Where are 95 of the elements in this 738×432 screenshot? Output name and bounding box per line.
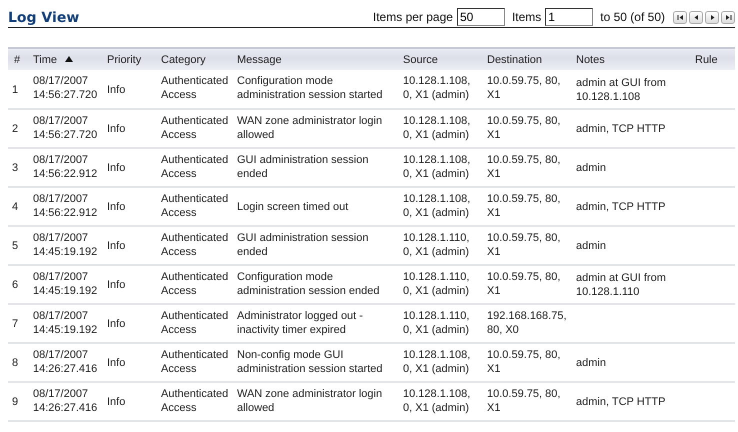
items-per-page-label: Items per page bbox=[372, 10, 453, 24]
right-arrow-icon bbox=[708, 14, 716, 20]
table-cell-text: 10.0.59.75, 80, X1 bbox=[487, 348, 562, 376]
left-arrow-icon bbox=[692, 14, 700, 20]
table-cell-text: Authenticated Access bbox=[161, 270, 230, 298]
column-header[interactable]: Priority bbox=[104, 48, 158, 70]
table-cell: 3 bbox=[12, 161, 18, 175]
table-cell-text: Authenticated Access bbox=[161, 153, 230, 181]
table-cell-text: 08/17/2007 14:26:27.416 bbox=[33, 387, 98, 415]
table-cell: Info bbox=[107, 161, 126, 175]
first-page-button[interactable] bbox=[673, 10, 687, 24]
table-cell: admin, TCP HTTP bbox=[576, 200, 666, 214]
table-cell-text: 10.0.59.75, 80, X1 bbox=[487, 192, 562, 220]
table-cell: admin bbox=[576, 239, 606, 253]
items-label: Items bbox=[512, 10, 542, 24]
table-cell-text: WAN zone administrator login allowed bbox=[237, 114, 384, 142]
table-cell-text: 10.128.1.108, 0, X1 (admin) bbox=[403, 387, 472, 415]
table-cell-text: 10.0.59.75, 80, X1 bbox=[487, 387, 562, 415]
column-header[interactable]: Notes bbox=[573, 48, 692, 70]
prev-page-button[interactable] bbox=[689, 10, 703, 24]
table-cell-text: Authenticated Access bbox=[161, 309, 230, 337]
table-cell-text: 08/17/2007 14:56:27.720 bbox=[33, 114, 98, 142]
table-cell: Info bbox=[107, 356, 126, 370]
table-cell: 9 bbox=[12, 395, 18, 409]
table-cell-text: 08/17/2007 14:26:27.416 bbox=[33, 348, 98, 376]
table-cell-text: 08/17/2007 14:45:19.192 bbox=[33, 309, 98, 337]
table-cell: Info bbox=[107, 239, 126, 253]
table-cell-text: 10.128.1.108, 0, X1 (admin) bbox=[403, 192, 472, 220]
table-cell: 6 bbox=[12, 278, 18, 292]
table-cell: admin, TCP HTTP bbox=[576, 395, 666, 409]
table-cell: admin, TCP HTTP bbox=[576, 122, 666, 136]
column-header[interactable]: Destination bbox=[484, 48, 573, 70]
table-cell: Info bbox=[107, 200, 126, 214]
table-cell: 1 bbox=[12, 82, 18, 96]
column-header[interactable]: Source bbox=[400, 48, 484, 70]
table-cell: Info bbox=[107, 122, 126, 136]
table-cell-text: 10.128.1.108, 0, X1 (admin) bbox=[403, 114, 472, 142]
table-cell-text: 08/17/2007 14:56:22.912 bbox=[33, 153, 98, 181]
table-cell-text: 10.0.59.75, 80, X1 bbox=[487, 270, 562, 298]
table-cell-text: Authenticated Access bbox=[161, 74, 230, 102]
table-cell-text: 08/17/2007 14:56:22.912 bbox=[33, 192, 98, 220]
table-cell-text: 10.128.1.110, 0, X1 (admin) bbox=[403, 270, 470, 298]
table-cell: Info bbox=[107, 82, 126, 96]
column-header[interactable]: # bbox=[8, 48, 30, 70]
table-cell-text: Configuration mode administration session started bbox=[237, 74, 384, 102]
table-cell-text: 08/17/2007 14:56:27.720 bbox=[33, 74, 98, 102]
table-cell: Login screen timed out bbox=[237, 200, 348, 214]
table-cell-text: GUI administration session ended bbox=[237, 231, 370, 259]
table-cell-text: 10.128.1.110, 0, X1 (admin) bbox=[403, 231, 470, 259]
next-page-button[interactable] bbox=[705, 10, 719, 24]
table-cell-text: admin at GUI from 10.128.1.108 bbox=[576, 76, 667, 104]
column-header[interactable]: Time bbox=[30, 48, 104, 70]
table-cell: Info bbox=[107, 278, 126, 292]
page-title: Log View bbox=[8, 10, 80, 26]
column-header[interactable]: Message bbox=[234, 48, 400, 70]
items-per-page-field[interactable]: 50 bbox=[456, 8, 505, 26]
table-cell-text: admin at GUI from 10.128.1.110 bbox=[576, 271, 667, 299]
table-cell-text: 10.0.59.75, 80, X1 bbox=[487, 114, 562, 142]
table-cell-text: 08/17/2007 14:45:19.192 bbox=[33, 270, 98, 298]
table-cell: 8 bbox=[12, 356, 18, 370]
table-cell-text: Non-config mode GUI administration session started bbox=[237, 348, 384, 376]
start-item-field[interactable]: 1 bbox=[545, 8, 594, 26]
table-cell-text: Authenticated Access bbox=[161, 387, 230, 415]
table-cell-text: 10.128.1.108, 0, X1 (admin) bbox=[403, 153, 472, 181]
table-cell: 5 bbox=[12, 239, 18, 253]
sort-ascending-icon bbox=[65, 56, 74, 62]
table-cell-text: 192.168.168.75, 80, X0 bbox=[487, 309, 568, 337]
table-cell-text: 10.0.59.75, 80, X1 bbox=[487, 153, 562, 181]
item-range: to 50 (of 50) bbox=[600, 10, 665, 24]
right-arrow-icon bbox=[724, 14, 732, 20]
table-cell-text: 10.0.59.75, 80, X1 bbox=[487, 74, 562, 102]
table-cell: 4 bbox=[12, 200, 18, 214]
last-page-button[interactable] bbox=[721, 10, 735, 24]
left-arrow-icon bbox=[676, 14, 684, 20]
table-cell-text: Configuration mode administration session ended bbox=[237, 270, 380, 298]
table-cell: Info bbox=[107, 395, 126, 409]
table-cell: 2 bbox=[12, 122, 18, 136]
table-cell-text: 08/17/2007 14:45:19.192 bbox=[33, 231, 98, 259]
table-cell-text: Authenticated Access bbox=[161, 348, 230, 376]
table-cell: Info bbox=[107, 317, 126, 331]
table-cell-text: 10.128.1.110, 0, X1 (admin) bbox=[403, 309, 470, 337]
table-cell-text: 10.128.1.108, 0, X1 (admin) bbox=[403, 74, 472, 102]
column-header[interactable]: Category bbox=[158, 48, 234, 70]
table-cell-text: 10.128.1.108, 0, X1 (admin) bbox=[403, 348, 472, 376]
column-header[interactable]: Rule bbox=[692, 48, 735, 70]
table-cell-text: Authenticated Access bbox=[161, 192, 230, 220]
table-cell: admin bbox=[576, 356, 606, 370]
table-cell: admin bbox=[576, 161, 606, 175]
table-cell-text: Authenticated Access bbox=[161, 231, 230, 259]
table-cell-text: WAN zone administrator login allowed bbox=[237, 387, 384, 415]
table-cell-text: 10.0.59.75, 80, X1 bbox=[487, 231, 562, 259]
table-cell-text: GUI administration session ended bbox=[237, 153, 370, 181]
table-cell: 7 bbox=[12, 317, 18, 331]
table-cell-text: Authenticated Access bbox=[161, 114, 230, 142]
table-cell-text: Administrator logged out - inactivity timer expired bbox=[237, 309, 364, 337]
